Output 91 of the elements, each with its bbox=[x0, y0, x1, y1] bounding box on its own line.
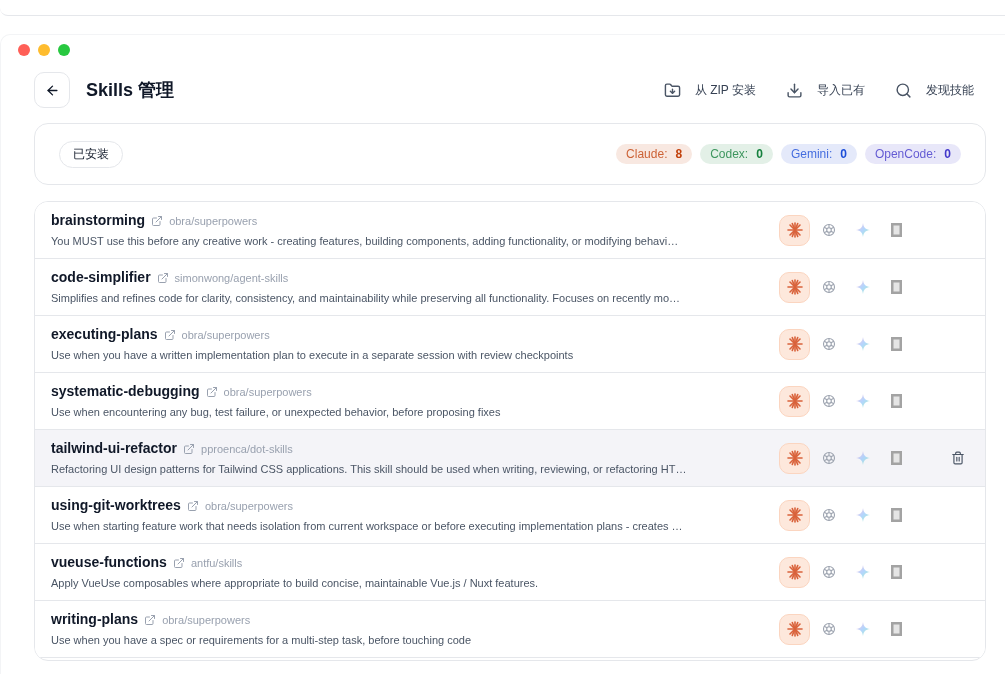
sparkle-icon bbox=[855, 223, 870, 237]
skill-source: pproenca/dot-skills bbox=[201, 441, 293, 457]
claude-toggle[interactable] bbox=[779, 328, 810, 360]
square-icon bbox=[891, 280, 902, 294]
search-icon bbox=[895, 81, 912, 99]
external-link-icon[interactable] bbox=[172, 556, 185, 569]
asterisk-icon bbox=[786, 336, 803, 352]
skill-description: You MUST use this before any creative work - creating features, building components, adding functionality, or modifying behavi… bbox=[51, 234, 680, 250]
skill-description: Simplifies and refines code for clarity, consistency, and maintainability while preserving all functionality. Focuses on recently mo… bbox=[51, 291, 682, 307]
count-badge: Gemini: 0 bbox=[780, 144, 857, 164]
asterisk-icon bbox=[786, 450, 803, 466]
sparkle-icon bbox=[855, 622, 870, 636]
square-icon bbox=[891, 223, 902, 237]
skill-name: using-git-worktrees bbox=[51, 496, 181, 516]
skill-name: code-simplifier bbox=[51, 268, 151, 288]
sparkle-icon bbox=[855, 394, 870, 408]
folder-download-icon bbox=[663, 81, 681, 99]
square-icon bbox=[891, 508, 902, 522]
back-button[interactable] bbox=[34, 72, 70, 108]
asterisk-icon bbox=[786, 564, 803, 580]
toolbar-button[interactable]: 发现技能 bbox=[895, 81, 974, 99]
knot-icon bbox=[821, 280, 836, 294]
skill-source: obra/superpowers bbox=[223, 384, 312, 400]
square-icon bbox=[891, 451, 902, 465]
claude-toggle[interactable] bbox=[779, 442, 810, 474]
download-icon bbox=[786, 81, 803, 99]
square-icon bbox=[891, 394, 902, 408]
knot-icon bbox=[821, 451, 836, 465]
sparkle-icon bbox=[855, 451, 870, 465]
claude-toggle[interactable] bbox=[779, 385, 810, 417]
square-icon bbox=[891, 622, 902, 636]
square-icon bbox=[891, 337, 902, 351]
knot-icon bbox=[821, 223, 836, 237]
knot-icon bbox=[821, 622, 836, 636]
square-icon bbox=[891, 565, 902, 579]
external-link-icon[interactable] bbox=[205, 385, 218, 398]
installed-tab[interactable]: 已安装 bbox=[59, 140, 123, 168]
skill-description: Use when you have a spec or requirements for a multi-step task, before touching code bbox=[51, 633, 473, 649]
skill-name: tailwind-ui-refactor bbox=[51, 439, 177, 459]
skill-description: Use when encountering any bug, test failure, or unexpected behavior, before proposing fixes bbox=[51, 405, 502, 421]
skill-row[interactable]: brainstorming obra/superpowers You MUST use this before any creative work - creating features, building components, adding functionality, or modifying behavi… bbox=[35, 202, 985, 259]
skill-source: simonwong/agent-skills bbox=[174, 270, 289, 286]
claude-toggle[interactable] bbox=[779, 613, 810, 645]
skill-row[interactable]: tailwind-ui-refactor pproenca/dot-skills Refactoring UI design patterns for Tailwind CSS applications. This skill should be used when writing, reviewing, or refactoring HT… bbox=[35, 430, 985, 487]
skill-source: obra/superpowers bbox=[181, 327, 270, 343]
page-title: Skills 管理 bbox=[86, 78, 175, 102]
count-badge: OpenCode: 0 bbox=[864, 144, 961, 164]
knot-icon bbox=[821, 508, 836, 522]
external-link-icon[interactable] bbox=[186, 499, 199, 512]
sparkle-icon bbox=[855, 280, 870, 294]
toolbar-button[interactable]: 从 ZIP 安装 bbox=[663, 81, 756, 99]
minimize-window-button[interactable] bbox=[38, 44, 50, 56]
external-link-icon[interactable] bbox=[163, 328, 176, 341]
external-link-icon[interactable] bbox=[183, 442, 195, 455]
skill-name: systematic-debugging bbox=[51, 382, 200, 402]
skill-name: brainstorming bbox=[51, 211, 146, 231]
delete-icon[interactable] bbox=[951, 451, 965, 465]
asterisk-icon bbox=[786, 393, 803, 409]
asterisk-icon bbox=[786, 279, 803, 295]
skill-source: obra/superpowers bbox=[169, 213, 258, 229]
knot-icon bbox=[821, 394, 836, 408]
skill-description: Use when you have a written implementation plan to execute in a separate session with review checkpoints bbox=[51, 348, 575, 364]
skill-name: vueuse-functions bbox=[51, 553, 167, 573]
external-link-icon[interactable] bbox=[156, 271, 169, 284]
close-window-button[interactable] bbox=[18, 44, 30, 56]
count-badge: Codex: 0 bbox=[700, 144, 773, 164]
knot-icon bbox=[821, 337, 836, 351]
toolbar-button[interactable]: 导入已有 bbox=[786, 81, 865, 99]
asterisk-icon bbox=[786, 222, 803, 238]
skill-source: obra/superpowers bbox=[204, 498, 293, 514]
skill-description: Refactoring UI design patterns for Tailwind CSS applications. This skill should be used when writing, reviewing, or refactoring HT… bbox=[51, 462, 688, 478]
claude-toggle[interactable] bbox=[779, 499, 810, 531]
claude-toggle[interactable] bbox=[779, 214, 810, 246]
sparkle-icon bbox=[855, 508, 870, 522]
skill-name: writing-plans bbox=[51, 610, 139, 630]
skill-description: Use when starting feature work that needs isolation from current workspace or before executing implementation plans - creates … bbox=[51, 519, 684, 535]
count-badge: Claude: 8 bbox=[616, 144, 693, 164]
skill-source: obra/superpowers bbox=[162, 612, 251, 628]
maximize-window-button[interactable] bbox=[58, 44, 70, 56]
sparkle-icon bbox=[855, 337, 870, 351]
skill-source: antfu/skills bbox=[190, 555, 243, 571]
claude-toggle[interactable] bbox=[779, 271, 810, 303]
asterisk-icon bbox=[786, 507, 803, 523]
external-link-icon[interactable] bbox=[144, 613, 157, 626]
knot-icon bbox=[821, 565, 836, 579]
external-link-icon[interactable] bbox=[151, 214, 164, 227]
sparkle-icon bbox=[855, 565, 870, 579]
claude-toggle[interactable] bbox=[779, 556, 810, 588]
asterisk-icon bbox=[786, 621, 803, 637]
skill-description: Apply VueUse composables where appropriate to build concise, maintainable Vue.js / Nuxt features. bbox=[51, 576, 540, 592]
skill-name: executing-plans bbox=[51, 325, 158, 345]
